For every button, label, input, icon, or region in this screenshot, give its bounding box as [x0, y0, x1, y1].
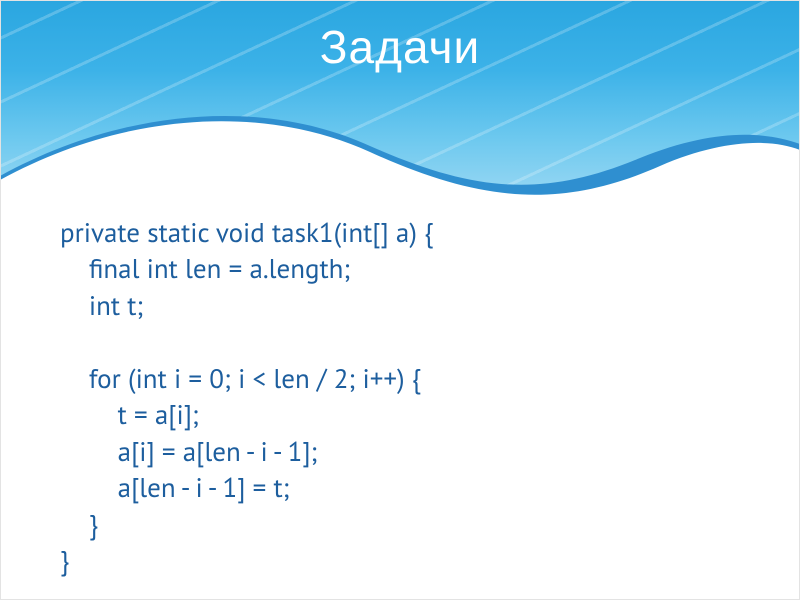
- code-line: a[i] = a[len - i - 1];: [60, 435, 317, 469]
- code-line: a[len - i - 1] = t;: [60, 471, 290, 505]
- slide: Задачи private static void task1(int[] a…: [0, 0, 800, 600]
- code-line: private static void task1(int[] a) {: [60, 216, 433, 250]
- code-line: t = a[i];: [60, 398, 199, 432]
- code-line: final int len = a.length;: [60, 252, 350, 286]
- code-line: }: [60, 508, 98, 542]
- code-line: }: [60, 544, 69, 578]
- code-line: for (int i = 0; i < len / 2; i++) {: [60, 362, 421, 396]
- code-block: private static void task1(int[] a) { fin…: [60, 215, 760, 579]
- code-line: int t;: [60, 289, 143, 323]
- slide-title: Задачи: [0, 20, 800, 74]
